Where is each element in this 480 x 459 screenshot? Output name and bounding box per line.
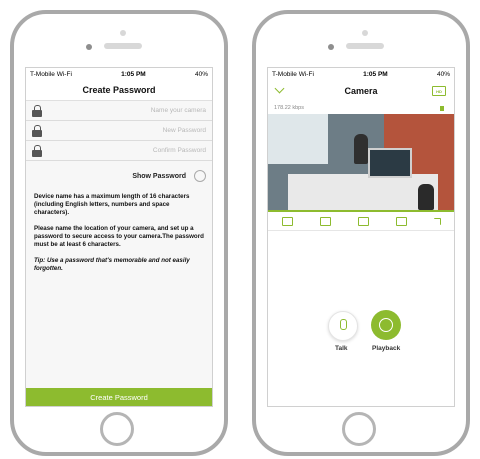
front-camera (328, 44, 334, 50)
earpiece-speaker (104, 43, 142, 49)
video-controls (268, 212, 454, 231)
talk-button[interactable] (328, 311, 358, 341)
create-password-button[interactable]: Create Password (26, 388, 212, 406)
quality-icon[interactable] (395, 216, 407, 226)
camera-screen: T-Mobile Wi-Fi 1:05 PM 40% Camera HD 178… (267, 67, 455, 407)
status-bar: T-Mobile Wi-Fi 1:05 PM 40% (268, 68, 454, 80)
home-button[interactable] (342, 412, 376, 446)
playback-label: Playback (372, 345, 401, 352)
camera-nav: Camera HD (268, 80, 454, 102)
clock-icon (379, 318, 393, 332)
confirm-password-field[interactable]: Confirm Password (26, 141, 212, 161)
carrier: T-Mobile Wi-Fi (30, 70, 72, 78)
front-sensor (120, 30, 126, 36)
info-text: Device name has a maximum length of 16 c… (26, 185, 212, 273)
show-password-toggle[interactable]: Show Password (26, 167, 212, 185)
video-person (354, 134, 368, 164)
talk-label: Talk (335, 345, 348, 352)
lock-icon (32, 145, 43, 157)
record-video-icon[interactable] (357, 216, 369, 226)
camera-name-placeholder: Name your camera (150, 107, 206, 114)
phone-right: T-Mobile Wi-Fi 1:05 PM 40% Camera HD 178… (252, 10, 470, 456)
page-title: Camera (344, 86, 378, 96)
chevron-down-icon[interactable] (274, 83, 285, 94)
show-password-label: Show Password (132, 172, 186, 180)
page-title: Create Password (26, 80, 212, 101)
hd-icon[interactable]: HD (432, 86, 446, 96)
lock-icon (32, 125, 43, 137)
camera-lock-icon (32, 105, 43, 117)
action-area: Talk Playback (268, 231, 454, 406)
home-button[interactable] (100, 412, 134, 446)
snapshot-icon[interactable] (319, 216, 331, 226)
info-paragraph-1: Device name has a maximum length of 16 c… (34, 193, 190, 216)
playback-button[interactable] (371, 310, 401, 340)
front-sensor (362, 30, 368, 36)
earpiece-speaker (346, 43, 384, 49)
video-person (418, 184, 434, 210)
live-video[interactable] (268, 114, 454, 210)
create-password-screen: T-Mobile Wi-Fi 1:05 PM 40% Create Passwo… (25, 67, 213, 407)
video-desk (288, 174, 438, 210)
video-monitor (368, 148, 412, 178)
confirm-password-placeholder: Confirm Password (152, 147, 206, 154)
battery: 40% (436, 70, 450, 78)
video-window (268, 114, 328, 164)
battery: 40% (194, 70, 208, 78)
split-view-icon[interactable] (281, 216, 293, 226)
info-paragraph-2: Please name the location of your camera,… (34, 225, 204, 248)
status-time: 1:05 PM (363, 70, 388, 78)
eye-icon[interactable] (194, 170, 206, 182)
new-password-field[interactable]: New Password (26, 121, 212, 141)
camera-name-field[interactable]: Name your camera (26, 101, 212, 121)
speaker-icon[interactable] (440, 105, 448, 112)
stream-info-bar: 178.22 kbps (268, 102, 454, 114)
status-bar: T-Mobile Wi-Fi 1:05 PM 40% (26, 68, 212, 80)
microphone-icon (340, 319, 347, 330)
fullscreen-icon[interactable] (433, 217, 441, 225)
new-password-placeholder: New Password (162, 127, 206, 134)
front-camera (86, 44, 92, 50)
status-time: 1:05 PM (121, 70, 146, 78)
tip-text: Tip: Use a password that's memorable and… (34, 257, 190, 272)
carrier: T-Mobile Wi-Fi (272, 70, 314, 78)
phone-left: T-Mobile Wi-Fi 1:05 PM 40% Create Passwo… (10, 10, 228, 456)
bitrate: 178.22 kbps (274, 105, 304, 111)
